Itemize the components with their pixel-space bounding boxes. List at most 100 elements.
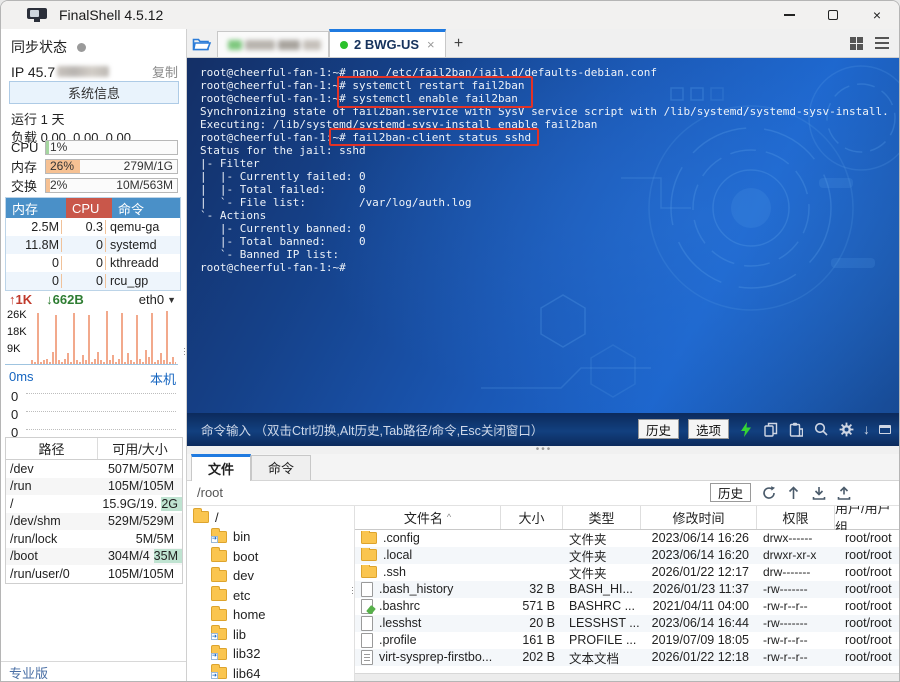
terminal-line: | |- Total failed: 0 [200, 183, 366, 196]
disk-row[interactable]: /run/user/0 105M/105M [6, 565, 182, 583]
hamburger-menu-icon[interactable] [875, 36, 889, 50]
tree-item[interactable]: ➜ lib [187, 625, 354, 645]
disk-table: 路径 可用/大小 /dev 507M/507M /run 105M/105M /… [5, 437, 183, 584]
tree-item[interactable]: ➜ home [187, 605, 354, 625]
tree-item[interactable]: ➜ / [187, 508, 354, 528]
file-name: .lesshst [379, 616, 422, 630]
terminal-tab-1[interactable] [217, 31, 329, 57]
terminal-line: root@cheerful-fan-1:~# fail2ban-client s… [200, 131, 532, 144]
disk-row[interactable]: / 15.9G/19. 2G [6, 495, 182, 513]
layout-grid-icon[interactable] [850, 36, 863, 50]
up-level-icon[interactable] [786, 485, 801, 500]
symlink-badge-icon: ➜ [211, 672, 218, 680]
col-permissions[interactable]: 权限 [757, 505, 835, 529]
window-mode-icon[interactable] [879, 424, 891, 434]
annotation-box-fail2ban-status [329, 128, 539, 146]
file-table-scrollbar[interactable] [355, 673, 899, 681]
tab-close-icon[interactable]: × [427, 37, 435, 52]
tree-resize-handle[interactable]: ⋯ [348, 586, 354, 595]
net-interface-select[interactable]: eth0 [139, 292, 164, 307]
ping-graph: 0 0 0 [11, 387, 176, 441]
command-input-bar[interactable]: 命令输入 （双击Ctrl切换,Alt历史,Tab路径/命令,Esc关闭窗口） 历… [187, 412, 899, 446]
gauge-bar: 2% 10M/563M [45, 177, 178, 193]
folder-icon: ➜ [193, 508, 209, 524]
refresh-icon[interactable] [761, 485, 776, 500]
process-col-memory[interactable]: 内存 [6, 198, 66, 218]
tree-item[interactable]: ➜ boot [187, 547, 354, 567]
file-row[interactable]: .profile 161 B PROFILE ... 2019/07/09 18… [355, 631, 899, 649]
file-row[interactable]: .bashrc 571 B BASHRC ... 2021/04/11 04:0… [355, 597, 899, 615]
file-row[interactable]: .config 文件夹 2023/06/14 16:26 drwx------ … [355, 529, 899, 547]
lightning-icon[interactable] [738, 421, 754, 437]
symlink-badge-icon: ➜ [211, 652, 218, 660]
copy-icon[interactable] [763, 421, 779, 437]
disk-row[interactable]: /boot 304M/4 35M [6, 547, 182, 565]
disk-col-path[interactable]: 路径 [6, 438, 98, 459]
process-col-command[interactable]: 命令 [112, 198, 180, 218]
edition-link[interactable]: 专业版 [1, 661, 186, 681]
new-tab-button[interactable]: + [446, 31, 472, 57]
scroll-down-icon[interactable]: ↓ [863, 421, 870, 437]
folder-icon: ➜ [211, 664, 227, 680]
tree-item-label: / [215, 509, 219, 525]
disk-col-size[interactable]: 可用/大小 [98, 438, 182, 459]
file-name: .config [383, 531, 420, 545]
file-name: virt-sysprep-firstbo... [379, 650, 493, 664]
path-history-button[interactable]: 历史 [709, 483, 751, 502]
open-connection-folder-icon[interactable] [187, 31, 217, 57]
tab-label: 2 BWG-US [354, 37, 419, 52]
file-panel: 文件 命令 /root 历史 / ➜ bin boot dev etc home… [187, 453, 899, 682]
process-row[interactable]: 0 0 rcu_gp [6, 272, 180, 290]
net-ytick: 9K [7, 343, 21, 355]
file-panel-tabs: 文件 命令 [187, 453, 899, 481]
options-button[interactable]: 选项 [687, 419, 729, 440]
upload-icon[interactable] [836, 485, 851, 500]
tree-item[interactable]: ➜ bin [187, 527, 354, 547]
system-info-button[interactable]: 系统信息 [9, 81, 179, 104]
col-mtime[interactable]: 修改时间 [641, 505, 757, 529]
col-filename[interactable]: 文件名 ^ [355, 505, 501, 529]
path-bar: /root 历史 [187, 481, 899, 506]
col-type[interactable]: 类型 [563, 505, 641, 529]
process-col-cpu[interactable]: CPU [66, 198, 112, 218]
chevron-down-icon[interactable]: ▼ [167, 295, 176, 305]
tree-item[interactable]: ➜ dev [187, 566, 354, 586]
terminal-tab-2-active[interactable]: 2 BWG-US × [329, 29, 446, 57]
search-icon[interactable] [813, 421, 829, 437]
terminal[interactable]: root@cheerful-fan-1:~# nano /etc/fail2ba… [187, 58, 899, 413]
tree-item[interactable]: ➜ lib64 [187, 664, 354, 682]
disk-row[interactable]: /dev 507M/507M [6, 460, 182, 478]
minimize-button[interactable] [767, 1, 811, 29]
tab-commands[interactable]: 命令 [251, 454, 312, 480]
process-row[interactable]: 0 0 kthreadd [6, 254, 180, 272]
col-size[interactable]: 大小 [501, 505, 563, 529]
disk-row[interactable]: /run 105M/105M [6, 477, 182, 495]
file-icon [361, 581, 373, 597]
disk-row[interactable]: /run/lock 5M/5M [6, 530, 182, 548]
file-row[interactable]: .local 文件夹 2023/06/14 16:20 drwxr-xr-x r… [355, 546, 899, 564]
process-row[interactable]: 11.8M 0 systemd [6, 236, 180, 254]
ping-host[interactable]: 本机 [150, 369, 176, 388]
terminal-output: root@cheerful-fan-1:~# nano /etc/fail2ba… [200, 66, 897, 274]
gear-icon[interactable] [838, 421, 854, 437]
disk-row[interactable]: /dev/shm 529M/529M [6, 512, 182, 530]
history-button[interactable]: 历史 [637, 419, 679, 440]
process-row[interactable]: 2.5M 0.3 qemu-ga [6, 218, 180, 236]
paste-icon[interactable] [788, 421, 804, 437]
file-row[interactable]: .lesshst 20 B LESSHST ... 2023/06/14 16:… [355, 614, 899, 632]
close-button[interactable]: × [855, 1, 899, 29]
folder-icon: ➜ [211, 547, 227, 563]
panel-splitter[interactable]: ••• [187, 444, 899, 454]
maximize-button[interactable] [811, 1, 855, 29]
copy-ip-button[interactable]: 复制 [152, 62, 178, 81]
file-row[interactable]: .ssh 文件夹 2026/01/22 12:17 drw------- roo… [355, 563, 899, 581]
tree-item[interactable]: ➜ lib32 [187, 644, 354, 664]
file-row[interactable]: .bash_history 32 B BASH_HI... 2026/01/23… [355, 580, 899, 598]
current-path-input[interactable]: /root [197, 485, 223, 500]
tree-item[interactable]: ➜ etc [187, 586, 354, 606]
file-row[interactable]: virt-sysprep-firstbo... 202 B 文本文档 2026/… [355, 648, 899, 666]
terminal-line: root@cheerful-fan-1:~# nano /etc/fail2ba… [200, 66, 657, 79]
download-icon[interactable] [811, 485, 826, 500]
tab-files[interactable]: 文件 [191, 453, 252, 481]
col-owner[interactable]: 用户/用户组 [835, 506, 899, 536]
